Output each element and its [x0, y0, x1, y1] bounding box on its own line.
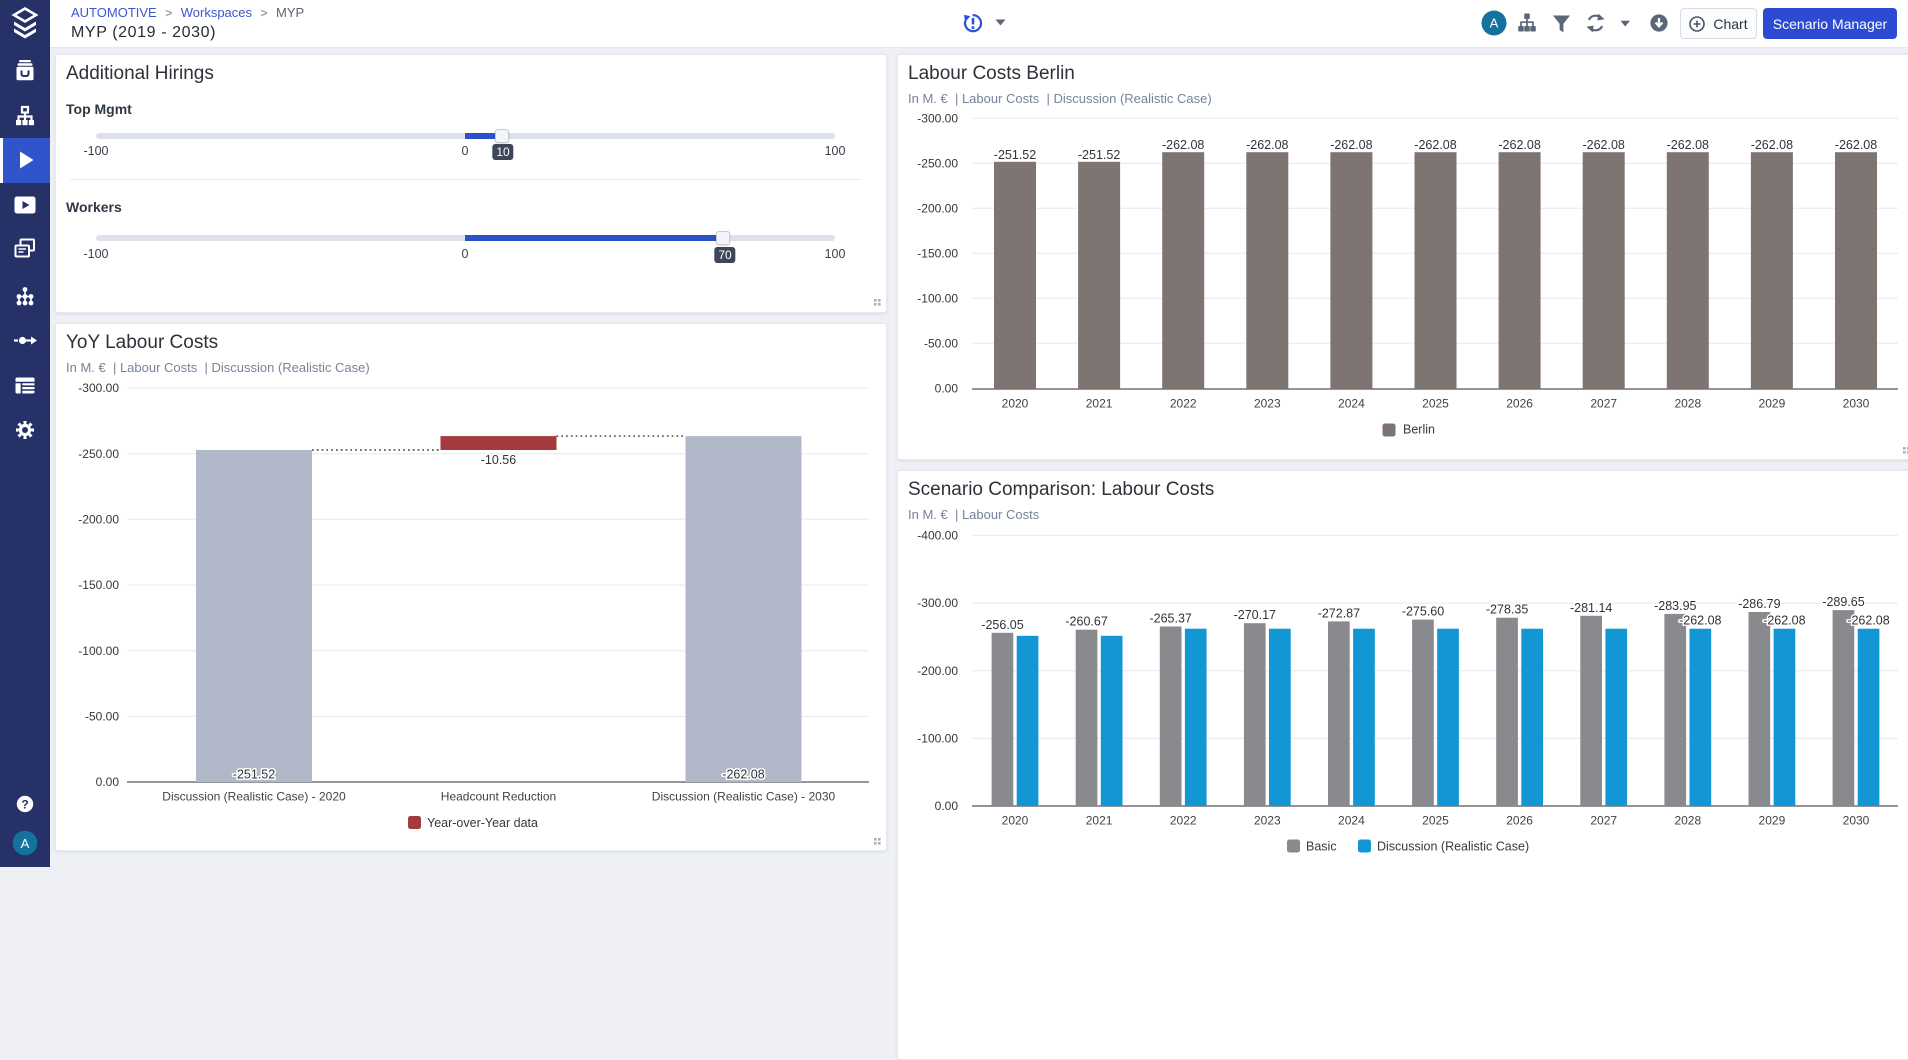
svg-text:2021: 2021 [1086, 814, 1113, 828]
svg-text:-265.37: -265.37 [1149, 612, 1191, 626]
svg-text:-272.87: -272.87 [1318, 606, 1360, 620]
svg-text:2022: 2022 [1170, 397, 1197, 411]
svg-text:-262.08: -262.08 [1835, 138, 1877, 152]
svg-text:-262.08: -262.08 [1246, 138, 1288, 152]
svg-text:0.00: 0.00 [935, 799, 959, 813]
svg-text:-262.08: -262.08 [1582, 138, 1624, 152]
svg-text:-250.00: -250.00 [78, 447, 119, 461]
svg-text:2026: 2026 [1506, 814, 1533, 828]
svg-text:-262.08: -262.08 [1679, 614, 1721, 628]
svg-text:-251.52: -251.52 [233, 768, 275, 782]
svg-text:-100.00: -100.00 [78, 644, 119, 658]
svg-text:-200.00: -200.00 [917, 664, 958, 678]
svg-text:-200.00: -200.00 [917, 202, 958, 216]
svg-text:-100.00: -100.00 [917, 292, 958, 306]
svg-text:2023: 2023 [1254, 397, 1281, 411]
svg-text:?: ? [21, 798, 28, 812]
svg-text:2021: 2021 [1086, 397, 1113, 411]
svg-text:2020: 2020 [1002, 814, 1029, 828]
svg-text:-262.08: -262.08 [1847, 614, 1889, 628]
svg-text:-300.00: -300.00 [917, 112, 958, 126]
svg-text:2029: 2029 [1759, 397, 1786, 411]
svg-text:-289.65: -289.65 [1822, 595, 1864, 609]
svg-text:2026: 2026 [1506, 397, 1533, 411]
svg-text:-275.60: -275.60 [1402, 605, 1444, 619]
svg-text:-100.00: -100.00 [917, 732, 958, 746]
svg-text:-251.52: -251.52 [994, 148, 1036, 162]
svg-text:2030: 2030 [1843, 397, 1870, 411]
svg-text:2028: 2028 [1674, 397, 1701, 411]
svg-text:-256.05: -256.05 [981, 618, 1023, 632]
svg-text:-270.17: -270.17 [1234, 608, 1276, 622]
svg-text:Berlin: Berlin [1403, 423, 1435, 437]
svg-text:-150.00: -150.00 [78, 578, 119, 592]
svg-text:-50.00: -50.00 [924, 337, 958, 351]
svg-text:A: A [21, 836, 30, 851]
svg-text:-281.14: -281.14 [1570, 601, 1612, 615]
svg-text:-262.08: -262.08 [1498, 138, 1540, 152]
svg-text:-286.79: -286.79 [1738, 597, 1780, 611]
svg-text:Headcount Reduction: Headcount Reduction [441, 790, 556, 804]
svg-text:2027: 2027 [1590, 397, 1617, 411]
svg-text:-250.00: -250.00 [917, 157, 958, 171]
svg-text:2025: 2025 [1422, 397, 1449, 411]
svg-text:-262.08: -262.08 [1330, 138, 1372, 152]
svg-text:-200.00: -200.00 [78, 513, 119, 527]
svg-text:-251.52: -251.52 [1078, 148, 1120, 162]
svg-text:-260.67: -260.67 [1065, 615, 1107, 629]
svg-text:Discussion (Realistic Case): Discussion (Realistic Case) [1377, 840, 1529, 854]
svg-text:2024: 2024 [1338, 814, 1365, 828]
svg-text:-283.95: -283.95 [1654, 599, 1696, 613]
svg-text:2030: 2030 [1843, 814, 1870, 828]
svg-text:2024: 2024 [1338, 397, 1365, 411]
svg-text:Year-over-Year data: Year-over-Year data [427, 816, 538, 830]
svg-text:-262.08: -262.08 [1751, 138, 1793, 152]
svg-text:2025: 2025 [1422, 814, 1449, 828]
svg-text:0.00: 0.00 [935, 382, 959, 396]
svg-text:-300.00: -300.00 [78, 381, 119, 395]
svg-text:-262.08: -262.08 [1414, 138, 1456, 152]
svg-text:-150.00: -150.00 [917, 247, 958, 261]
svg-text:2023: 2023 [1254, 814, 1281, 828]
svg-text:-262.08: -262.08 [1667, 138, 1709, 152]
svg-text:-262.08: -262.08 [1763, 614, 1805, 628]
svg-text:Basic: Basic [1306, 840, 1337, 854]
svg-text:0.00: 0.00 [96, 775, 120, 789]
svg-text:-50.00: -50.00 [85, 710, 119, 724]
svg-text:-400.00: -400.00 [917, 529, 958, 543]
svg-text:Discussion (Realistic Case) -: Discussion (Realistic Case) - 2030 [652, 790, 836, 804]
svg-text:-300.00: -300.00 [917, 596, 958, 610]
svg-text:-262.08: -262.08 [722, 768, 764, 782]
svg-text:2029: 2029 [1759, 814, 1786, 828]
svg-text:2028: 2028 [1674, 814, 1701, 828]
svg-text:-278.35: -278.35 [1486, 603, 1528, 617]
svg-text:2020: 2020 [1002, 397, 1029, 411]
svg-text:-10.56: -10.56 [481, 453, 516, 467]
svg-text:-262.08: -262.08 [1162, 138, 1204, 152]
svg-text:2022: 2022 [1170, 814, 1197, 828]
svg-text:A: A [1490, 16, 1499, 31]
svg-text:Discussion (Realistic Case) -: Discussion (Realistic Case) - 2020 [162, 790, 346, 804]
svg-text:2027: 2027 [1590, 814, 1617, 828]
